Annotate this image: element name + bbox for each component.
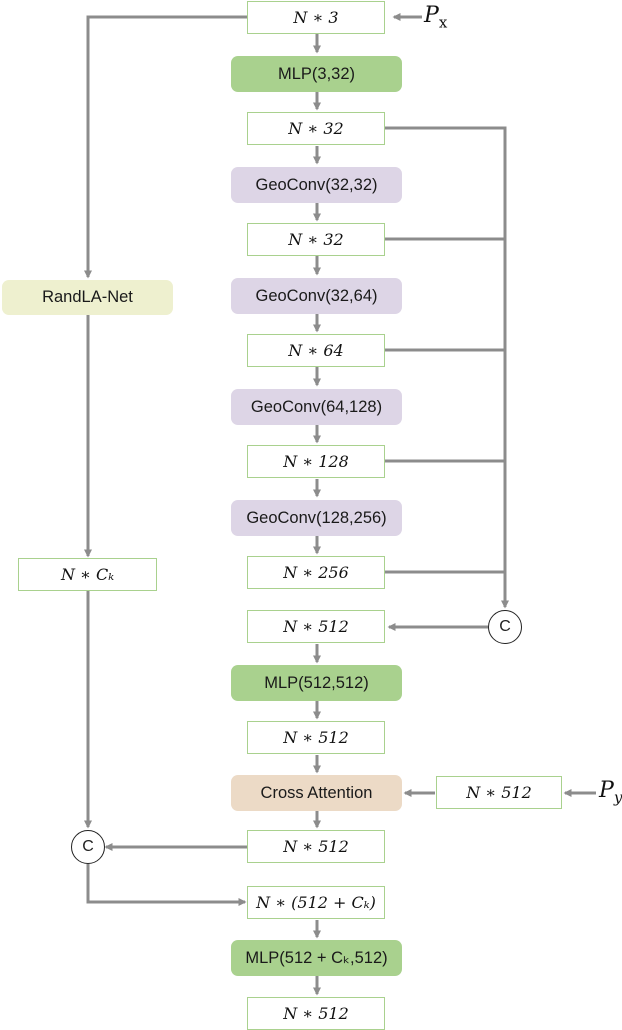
tensor-n32-a: N ∗ 32 <box>247 112 385 145</box>
geoconv-128-256-block: GeoConv(128,256) <box>231 500 402 536</box>
geoconv-32-32-block: GeoConv(32,32) <box>231 167 402 203</box>
tensor-n128: N ∗ 128 <box>247 445 385 478</box>
mlp-512-512-block: MLP(512,512) <box>231 665 402 701</box>
input-py-label: Py <box>599 778 622 806</box>
tensor-n512-attention-out: N ∗ 512 <box>247 830 385 863</box>
randla-net-block: RandLA-Net <box>2 280 173 315</box>
tensor-py-n512: N ∗ 512 <box>436 776 562 809</box>
architecture-diagram: Px Py N ∗ 3 MLP(3,32) N ∗ 32 GeoConv(32,… <box>0 0 622 1030</box>
geoconv-32-64-block: GeoConv(32,64) <box>231 278 402 314</box>
input-px-subscript: x <box>438 13 448 32</box>
concat-node-left: C <box>71 830 105 864</box>
tensor-n3: N ∗ 3 <box>247 1 385 34</box>
tensor-n-512-plus-ck: N ∗ (512 + Cₖ) <box>247 886 385 919</box>
input-py-symbol: P <box>599 778 614 803</box>
mlp-3-32-block: MLP(3,32) <box>231 56 402 92</box>
edge-n3-to-randla <box>84 15 247 279</box>
tensor-n32-b: N ∗ 32 <box>247 223 385 256</box>
cross-attention-block: Cross Attention <box>231 775 402 811</box>
input-px-label: Px <box>424 3 447 31</box>
edge-n32a-skip <box>385 126 509 609</box>
edge-concat-to-cat <box>86 864 247 906</box>
mlp-512ck-512-block: MLP(512 + Cₖ,512) <box>231 940 402 976</box>
input-px-symbol: P <box>424 3 439 28</box>
tensor-n512-output: N ∗ 512 <box>247 997 385 1030</box>
input-py-subscript: y <box>613 788 622 807</box>
tensor-n64: N ∗ 64 <box>247 334 385 367</box>
tensor-n512-concat-out: N ∗ 512 <box>247 610 385 643</box>
tensor-n512-mlp-out: N ∗ 512 <box>247 721 385 754</box>
geoconv-64-128-block: GeoConv(64,128) <box>231 389 402 425</box>
concat-node-right: C <box>488 610 522 644</box>
tensor-n-ck: N ∗ Cₖ <box>18 558 157 591</box>
tensor-n256: N ∗ 256 <box>247 556 385 589</box>
